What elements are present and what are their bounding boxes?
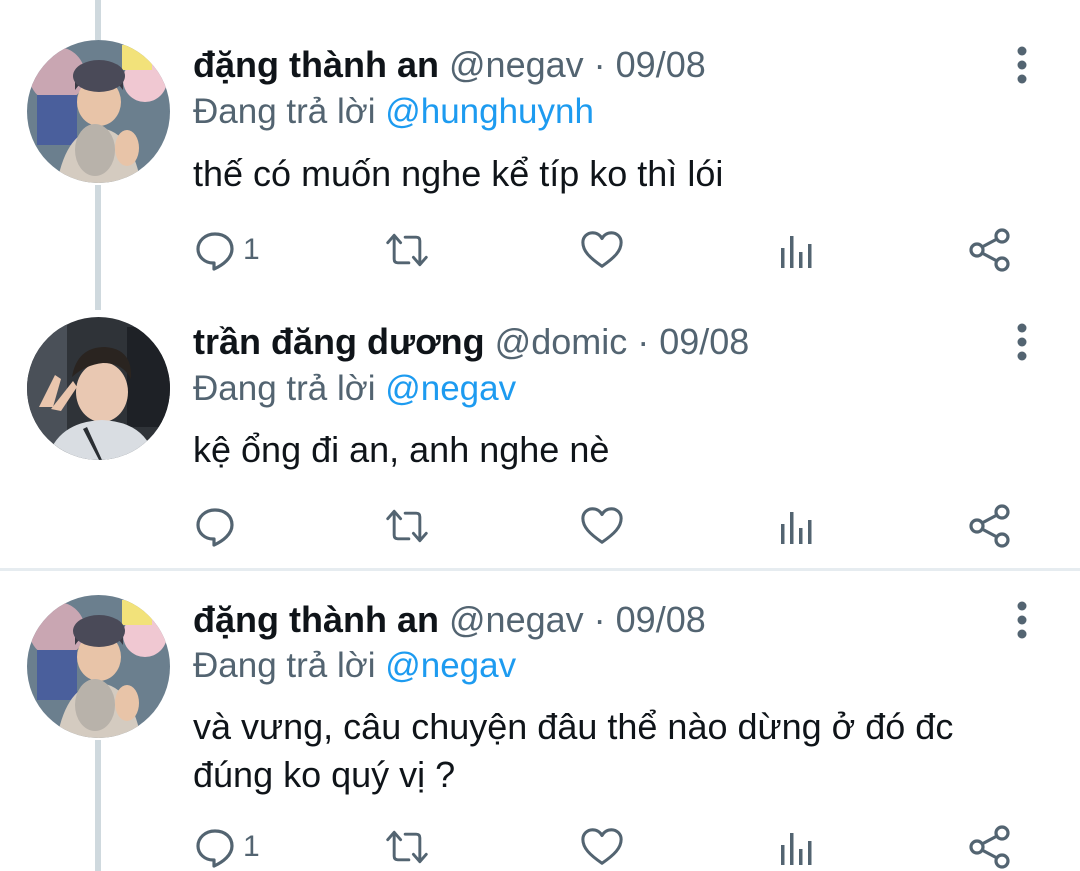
- reply-count: 1: [243, 830, 260, 863]
- display-name[interactable]: đặng thành an: [193, 599, 439, 640]
- tweet-divider: [0, 568, 1080, 571]
- avatar[interactable]: [27, 595, 170, 738]
- action-bar: 1: [0, 817, 1080, 871]
- tweet-text: thế có muốn nghe kể típ ko thì lói: [193, 153, 724, 194]
- views-icon: [781, 833, 812, 865]
- retweet-button[interactable]: [385, 817, 429, 871]
- replying-to-mention[interactable]: @hunghuynh: [385, 92, 594, 131]
- like-icon: [581, 231, 623, 268]
- timestamp[interactable]: · 09/08: [594, 44, 706, 85]
- share-button[interactable]: [968, 220, 1012, 280]
- reply-icon: [196, 829, 234, 868]
- handle[interactable]: @negav: [449, 599, 584, 640]
- tweet-header: trần đăng dương @domic · 09/08: [193, 320, 749, 364]
- like-button[interactable]: [580, 220, 624, 280]
- retweet-icon: [386, 509, 428, 543]
- replying-to-mention[interactable]: @negav: [385, 646, 516, 685]
- views-button[interactable]: [775, 220, 819, 280]
- like-button[interactable]: [580, 817, 624, 871]
- share-icon: [969, 825, 1010, 869]
- avatar[interactable]: [27, 317, 170, 460]
- more-icon[interactable]: [1008, 320, 1036, 364]
- views-icon: [781, 512, 812, 544]
- replying-to-label: Đang trả lời: [193, 369, 386, 408]
- reply-icon: [196, 232, 234, 271]
- reply-icon: [196, 508, 234, 547]
- timestamp[interactable]: · 09/08: [594, 599, 706, 640]
- share-button[interactable]: [968, 496, 1012, 556]
- share-icon: [969, 504, 1010, 548]
- views-button[interactable]: [775, 496, 819, 556]
- tweet-3[interactable]: đặng thành an @negav · 09/08 Đang trả lờ…: [0, 572, 1080, 871]
- views-button[interactable]: [775, 817, 819, 871]
- replying-to: Đang trả lời @negav: [193, 644, 516, 688]
- like-icon: [581, 507, 623, 544]
- like-icon: [581, 828, 623, 865]
- display-name[interactable]: đặng thành an: [193, 44, 439, 85]
- retweet-button[interactable]: [385, 496, 429, 556]
- share-icon: [969, 228, 1010, 272]
- handle[interactable]: @domic: [495, 321, 628, 362]
- reply-button[interactable]: 1: [193, 220, 260, 280]
- handle[interactable]: @negav: [449, 44, 584, 85]
- more-icon[interactable]: [1008, 598, 1036, 642]
- timestamp[interactable]: · 09/08: [637, 321, 749, 362]
- reply-count: 1: [243, 233, 260, 266]
- tweet-header: đặng thành an @negav · 09/08: [193, 598, 706, 642]
- views-icon: [781, 236, 812, 268]
- reply-button[interactable]: 1: [193, 817, 260, 871]
- display-name[interactable]: trần đăng dương: [193, 321, 485, 362]
- avatar[interactable]: [27, 40, 170, 183]
- retweet-icon: [386, 830, 428, 864]
- replying-to-label: Đang trả lời: [193, 646, 386, 685]
- tweet-1[interactable]: đặng thành an @negav · 09/08 Đang trả lờ…: [0, 0, 1080, 290]
- like-button[interactable]: [580, 496, 624, 556]
- tweet-text: kệ ổng đi an, anh nghe nè: [193, 429, 610, 470]
- tweet-text: và vưng, câu chuyện đâu thể nào dừng ở đ…: [193, 706, 954, 795]
- reply-button[interactable]: [193, 496, 243, 556]
- replying-to-label: Đang trả lời: [193, 92, 386, 131]
- action-bar: [0, 496, 1080, 556]
- replying-to-mention[interactable]: @negav: [385, 369, 516, 408]
- replying-to: Đang trả lời @negav: [193, 367, 516, 411]
- replying-to: Đang trả lời @hunghuynh: [193, 90, 594, 134]
- more-icon[interactable]: [1008, 43, 1036, 87]
- action-bar: 1: [0, 220, 1080, 280]
- retweet-icon: [386, 233, 428, 267]
- share-button[interactable]: [968, 817, 1012, 871]
- tweet-2[interactable]: trần đăng dương @domic · 09/08 Đang trả …: [0, 290, 1080, 570]
- retweet-button[interactable]: [385, 220, 429, 280]
- tweet-header: đặng thành an @negav · 09/08: [193, 43, 706, 87]
